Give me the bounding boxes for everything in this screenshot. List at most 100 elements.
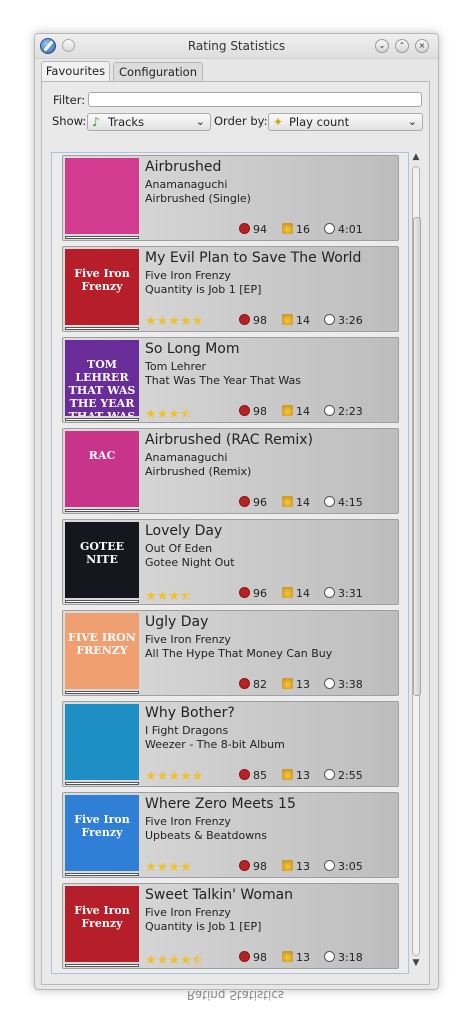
chevron-down-icon: ⌄ (195, 115, 205, 128)
track-row[interactable]: RAC Airbrushed (RAC Remix) Anamanaguchi Air… (62, 428, 399, 514)
star-rating[interactable]: ★★★⯪ (145, 405, 192, 427)
album-cover-text: FIVE IRON FRENZY (68, 631, 136, 657)
track-album: Gotee Night Out (145, 556, 235, 569)
maximize-button[interactable]: ⌃ (395, 39, 409, 53)
album-cover: FIVE IRON FRENZY (65, 613, 139, 689)
show-select[interactable]: ♪ Tracks ⌄ (87, 113, 211, 131)
track-album: Airbrushed (Single) (145, 192, 251, 205)
track-row[interactable]: TOM LEHRER THAT WAS THE YEAR THAT WAS So … (62, 337, 399, 423)
track-album: Quantity is Job 1 [EP] (145, 920, 262, 933)
heart-icon (239, 951, 250, 962)
album-cover (65, 158, 139, 234)
rating-progress-bar (65, 873, 139, 876)
filter-input[interactable] (88, 92, 422, 107)
heart-icon (239, 496, 250, 507)
score-value: 82 (253, 678, 267, 691)
star-rating[interactable]: ★★★⯪ (145, 587, 192, 609)
length-value: 2:55 (338, 769, 363, 782)
track-list[interactable]: Airbrushed Anamanaguchi Airbrushed (Single… (51, 152, 409, 974)
length-value: 3:26 (338, 314, 363, 327)
play-count-icon (282, 223, 293, 234)
album-cover-text: Five Iron Frenzy (74, 813, 130, 839)
length-stat: 3:31 (324, 587, 363, 600)
tab-favourites[interactable]: Favourites (41, 61, 110, 82)
clock-icon (324, 314, 335, 325)
track-artist: Five Iron Frenzy (145, 269, 231, 282)
album-cover: Five Iron Frenzy (65, 886, 139, 962)
playcount-stat: 14 (282, 496, 310, 509)
heart-icon (239, 314, 250, 325)
score-stat: 98 (239, 405, 267, 418)
score-value: 98 (253, 951, 267, 964)
score-stat: 98 (239, 951, 267, 964)
star-rating[interactable]: ★★★★★ (145, 314, 203, 329)
order-select[interactable]: ✦ Play count ⌄ (268, 113, 423, 131)
playcount-stat: 16 (282, 223, 310, 236)
star-rating[interactable]: ★★★★★ (145, 769, 203, 784)
track-artist: Tom Lehrer (145, 360, 207, 373)
play-count-icon (282, 678, 293, 689)
tab-configuration[interactable]: Configuration (113, 62, 203, 81)
heart-icon (239, 769, 250, 780)
window-reflection: Rating Statistics (34, 990, 437, 1024)
track-row[interactable]: Five Iron Frenzy My Evil Plan to Save The… (62, 246, 399, 332)
heart-icon (239, 405, 250, 416)
title-bar[interactable]: Rating Statistics ⌄ ⌃ × (35, 34, 438, 59)
play-count-icon: ✦ (273, 115, 284, 129)
score-value: 98 (253, 405, 267, 418)
track-row[interactable]: FIVE IRON FRENZY Ugly Day Five Iron Frenzy… (62, 610, 399, 696)
star-rating[interactable]: ★★★★ (145, 860, 192, 875)
length-stat: 3:18 (324, 951, 363, 964)
playcount-value: 13 (296, 951, 310, 964)
play-count-icon (282, 769, 293, 780)
rating-progress-bar (65, 782, 139, 785)
scrollbar-track[interactable] (412, 166, 421, 956)
track-artist: Five Iron Frenzy (145, 633, 231, 646)
play-count-icon (282, 496, 293, 507)
playcount-value: 13 (296, 860, 310, 873)
play-count-icon (282, 951, 293, 962)
playcount-stat: 14 (282, 405, 310, 418)
playcount-value: 14 (296, 314, 310, 327)
scrollbar-thumb[interactable] (413, 217, 421, 696)
track-artist: Anamanaguchi (145, 178, 228, 191)
track-row[interactable]: GOTEE NITE Lovely Day Out Of Eden Gotee Nig… (62, 519, 399, 605)
album-cover-text: TOM LEHRER THAT WAS THE YEAR THAT WAS (68, 358, 136, 416)
track-row[interactable]: Airbrushed Anamanaguchi Airbrushed (Single… (62, 155, 399, 241)
scroll-down-icon[interactable]: ▼ (411, 958, 421, 968)
clock-icon (324, 951, 335, 962)
track-album: All The Hype That Money Can Buy (145, 647, 333, 660)
length-stat: 3:38 (324, 678, 363, 691)
clock-icon (324, 223, 335, 234)
scroll-up-icon[interactable]: ▲ (411, 152, 421, 162)
rating-progress-bar (65, 691, 139, 694)
track-row[interactable]: Five Iron Frenzy Sweet Talkin' Woman Five … (62, 883, 399, 969)
album-cover-text: GOTEE NITE (80, 540, 124, 566)
track-artist: Five Iron Frenzy (145, 906, 231, 919)
minimize-button[interactable]: ⌄ (375, 39, 389, 53)
length-value: 2:23 (338, 405, 363, 418)
track-title: Where Zero Meets 15 (145, 796, 296, 812)
playcount-stat: 13 (282, 860, 310, 873)
play-count-icon (282, 314, 293, 325)
show-label: Show: (52, 114, 87, 128)
track-artist: Out Of Eden (145, 542, 213, 555)
score-stat: 94 (239, 223, 267, 236)
track-title: My Evil Plan to Save The World (145, 250, 362, 266)
clock-icon (324, 405, 335, 416)
track-row[interactable]: Why Bother? I Fight Dragons Weezer - The 8… (62, 701, 399, 787)
track-artist: Anamanaguchi (145, 451, 228, 464)
scrollbar[interactable]: ▲ ▼ (409, 152, 423, 974)
play-count-icon (282, 405, 293, 416)
track-row[interactable]: Five Iron Frenzy Where Zero Meets 15 Five … (62, 792, 399, 878)
star-rating[interactable]: ★★★★⯪ (145, 951, 204, 973)
close-button[interactable]: × (415, 39, 429, 53)
clock-icon (324, 769, 335, 780)
playcount-value: 14 (296, 587, 310, 600)
track-album: That Was The Year That Was (145, 374, 302, 387)
track-title: Why Bother? (145, 705, 235, 721)
track-title: So Long Mom (145, 341, 240, 357)
length-stat: 4:15 (324, 496, 363, 509)
album-cover: Five Iron Frenzy (65, 795, 139, 871)
score-value: 98 (253, 860, 267, 873)
